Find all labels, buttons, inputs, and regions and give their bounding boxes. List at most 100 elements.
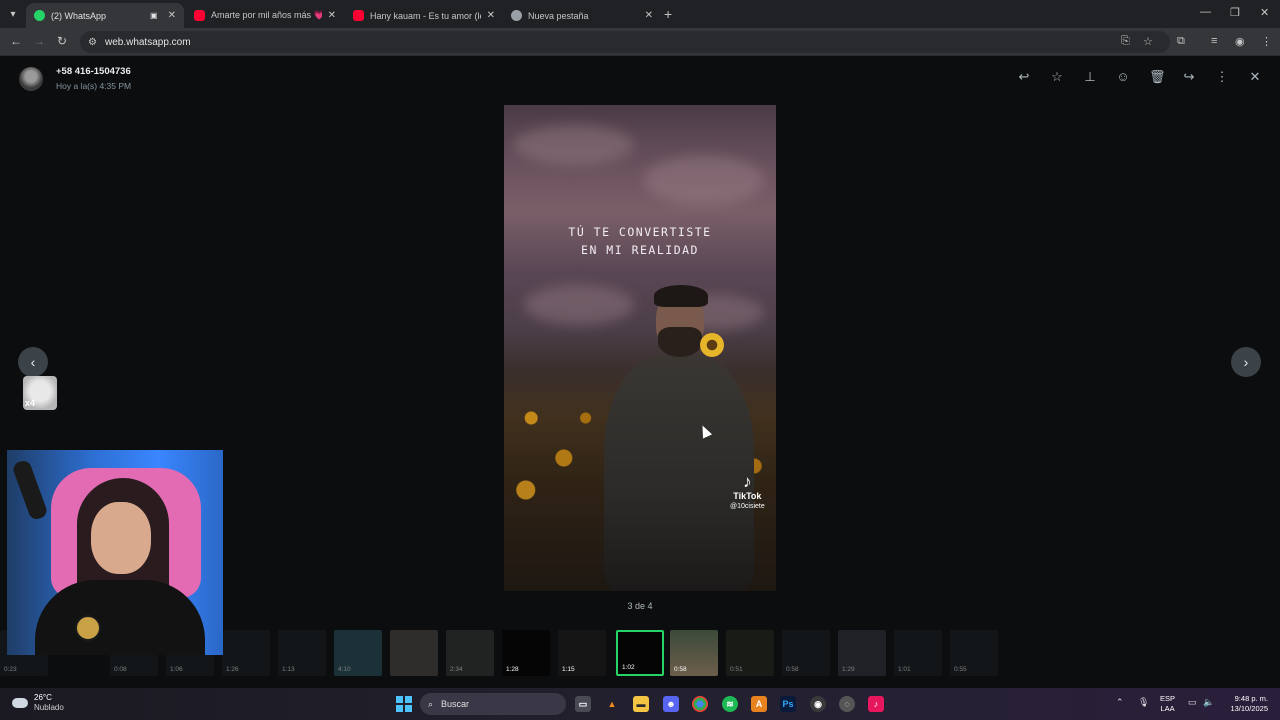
pin-icon[interactable]: ⊥ bbox=[1083, 69, 1097, 85]
obs-icon[interactable]: ◉ bbox=[810, 696, 826, 712]
tab-search-icon[interactable]: ▾ bbox=[4, 5, 22, 23]
window-close-icon[interactable]: ✕ bbox=[1260, 6, 1269, 19]
vlc-icon[interactable]: ▲ bbox=[604, 696, 620, 712]
thumbnail-duration: 0:55 bbox=[954, 666, 967, 673]
thumbnail-duration: 0:23 bbox=[4, 666, 17, 673]
contact-name: +58 416-1504736 bbox=[56, 66, 131, 77]
media-thumbnail[interactable]: 1:26 bbox=[222, 630, 270, 676]
tab-close-icon[interactable]: ✕ bbox=[487, 10, 495, 21]
tab-close-icon[interactable]: ✕ bbox=[328, 10, 336, 21]
browser-toolbar: ← → ↻ ⚙ web.whatsapp.com ⎘ ☆ ⧉ ≡ ◉ ⋮ bbox=[0, 28, 1280, 56]
thumbnail-duration: 0:51 bbox=[730, 666, 743, 673]
previous-media-button[interactable]: ‹ bbox=[18, 347, 48, 377]
url-text: web.whatsapp.com bbox=[104, 36, 191, 48]
sticker-thumbnail[interactable]: x4 bbox=[23, 376, 57, 410]
task-view-icon[interactable]: ▭ bbox=[575, 696, 591, 712]
clock-time: 9:48 p. m. bbox=[1234, 694, 1268, 703]
taskbar-clock[interactable]: 9:48 p. m. 13/10/2025 bbox=[1230, 694, 1268, 714]
media-thumbnail[interactable]: 0:58 bbox=[782, 630, 830, 676]
address-bar[interactable]: ⚙ web.whatsapp.com bbox=[80, 31, 1170, 53]
more-icon[interactable]: ⋮ bbox=[1215, 69, 1229, 85]
sticker-label: x4 bbox=[25, 398, 36, 408]
media-video[interactable]: TÚ TE CONVERTISTE EN MI REALIDAD ♪ TikTo… bbox=[504, 105, 776, 591]
site-info-icon[interactable]: ⚙ bbox=[88, 37, 97, 48]
tiktok-app-icon[interactable]: ♪ bbox=[868, 696, 884, 712]
bookmark-star-icon[interactable]: ☆ bbox=[1143, 35, 1153, 48]
thumbnail-duration: 1:06 bbox=[170, 666, 183, 673]
search-icon: ⌕ bbox=[428, 698, 434, 709]
tab-audio-icon[interactable]: ▣ bbox=[150, 11, 158, 20]
media-thumbnail[interactable]: 4:10 bbox=[334, 630, 382, 676]
youtube-favicon-icon bbox=[194, 10, 205, 21]
sunflower-icon bbox=[700, 333, 724, 357]
profile-avatar[interactable]: ◉ bbox=[1235, 35, 1245, 48]
tab-new-tab[interactable]: Nueva pestaña ✕ bbox=[503, 3, 661, 28]
network-icon[interactable]: ▭ bbox=[1188, 697, 1197, 708]
search-placeholder: Buscar bbox=[441, 699, 470, 709]
extensions-icon[interactable]: ⧉ bbox=[1177, 35, 1185, 48]
spotify-icon[interactable]: ≋ bbox=[722, 696, 738, 712]
caption-line: EN MI REALIDAD bbox=[581, 243, 699, 257]
forward-icon[interactable]: → bbox=[33, 34, 45, 48]
microphone-icon bbox=[11, 458, 49, 522]
chrome-favicon-icon bbox=[511, 10, 522, 21]
back-icon[interactable]: ← bbox=[10, 34, 22, 48]
browser-menu-icon[interactable]: ⋮ bbox=[1261, 35, 1272, 48]
caption-line: TÚ TE CONVERTISTE bbox=[568, 225, 712, 239]
restore-icon[interactable]: ❐ bbox=[1230, 6, 1240, 19]
media-controls-icon[interactable]: ≡ bbox=[1211, 35, 1217, 47]
media-thumbnail[interactable]: 0:55 bbox=[950, 630, 998, 676]
tab-youtube-1[interactable]: Amarte por mil años más 💗 (e ✕ bbox=[186, 3, 344, 28]
tab-title: Hany kauam - Es tu amor (letra bbox=[370, 10, 481, 21]
taskbar-search[interactable]: ⌕ Buscar bbox=[420, 693, 566, 715]
keyboard-language[interactable]: ESP LAA bbox=[1160, 694, 1175, 714]
photoshop-icon[interactable]: Ps bbox=[780, 696, 796, 712]
media-thumbnail[interactable]: 1:13 bbox=[278, 630, 326, 676]
media-thumbnail[interactable]: 0:58 bbox=[670, 630, 718, 676]
clock-date: 13/10/2025 bbox=[1230, 704, 1268, 713]
windows-start-icon[interactable] bbox=[396, 696, 412, 712]
contact-avatar[interactable] bbox=[19, 67, 43, 91]
media-thumbnail[interactable]: 1:29 bbox=[838, 630, 886, 676]
media-thumbnail[interactable]: 1:28 bbox=[502, 630, 550, 676]
file-explorer-icon[interactable]: ▬ bbox=[633, 696, 649, 712]
tab-close-icon[interactable]: ✕ bbox=[645, 10, 653, 21]
media-thumbnail[interactable] bbox=[390, 630, 438, 676]
ai-app-icon[interactable]: A bbox=[751, 696, 767, 712]
close-icon[interactable]: ✕ bbox=[1248, 69, 1262, 85]
reply-icon[interactable]: ↩ bbox=[1017, 69, 1031, 85]
delete-icon[interactable]: 🗑 bbox=[1149, 69, 1166, 85]
media-thumbnail[interactable]: 1:01 bbox=[894, 630, 942, 676]
discord-icon[interactable]: ☻ bbox=[663, 696, 679, 712]
thumbnail-duration: 2:34 bbox=[450, 666, 463, 673]
thumbnail-duration: 1:13 bbox=[282, 666, 295, 673]
volume-icon[interactable]: 🔈 bbox=[1203, 697, 1214, 708]
tab-title: (2) WhatsApp bbox=[51, 10, 107, 21]
install-app-icon[interactable]: ⎘ bbox=[1121, 35, 1130, 48]
new-tab-button[interactable]: + bbox=[664, 6, 672, 22]
thumbnail-duration: 1:15 bbox=[562, 666, 575, 673]
steam-icon[interactable]: ◌ bbox=[839, 696, 855, 712]
video-caption: TÚ TE CONVERTISTE EN MI REALIDAD bbox=[504, 223, 776, 259]
weather-widget[interactable]: 26°C Nublado bbox=[12, 693, 64, 713]
minimize-icon[interactable]: — bbox=[1200, 6, 1211, 18]
tab-whatsapp[interactable]: (2) WhatsApp ▣ ✕ bbox=[26, 3, 184, 28]
media-thumbnail[interactable]: 1:15 bbox=[558, 630, 606, 676]
media-thumbnail[interactable]: 0:51 bbox=[726, 630, 774, 676]
show-hidden-icons-icon[interactable]: ⌃ bbox=[1116, 697, 1124, 708]
emoji-icon[interactable]: ☺ bbox=[1116, 69, 1130, 85]
tab-youtube-2[interactable]: Hany kauam - Es tu amor (letra ✕ bbox=[345, 3, 503, 28]
shirt-badge-icon bbox=[75, 615, 101, 641]
forward-icon[interactable]: ↪ bbox=[1182, 69, 1196, 85]
chrome-icon[interactable] bbox=[692, 696, 708, 712]
reload-icon[interactable]: ↻ bbox=[57, 34, 67, 48]
star-icon[interactable]: ☆ bbox=[1050, 69, 1064, 85]
microphone-tray-icon[interactable]: 🎙 bbox=[1138, 697, 1149, 708]
media-thumbnail-selected[interactable]: 1:02 bbox=[616, 630, 664, 676]
weather-condition: Nublado bbox=[34, 703, 64, 712]
browser-tab-strip: ▾ (2) WhatsApp ▣ ✕ Amarte por mil años m… bbox=[0, 0, 1280, 28]
next-media-button[interactable]: › bbox=[1231, 347, 1261, 377]
tab-close-icon[interactable]: ✕ bbox=[168, 10, 176, 21]
streamer-body bbox=[35, 580, 205, 655]
media-thumbnail[interactable]: 2:34 bbox=[446, 630, 494, 676]
